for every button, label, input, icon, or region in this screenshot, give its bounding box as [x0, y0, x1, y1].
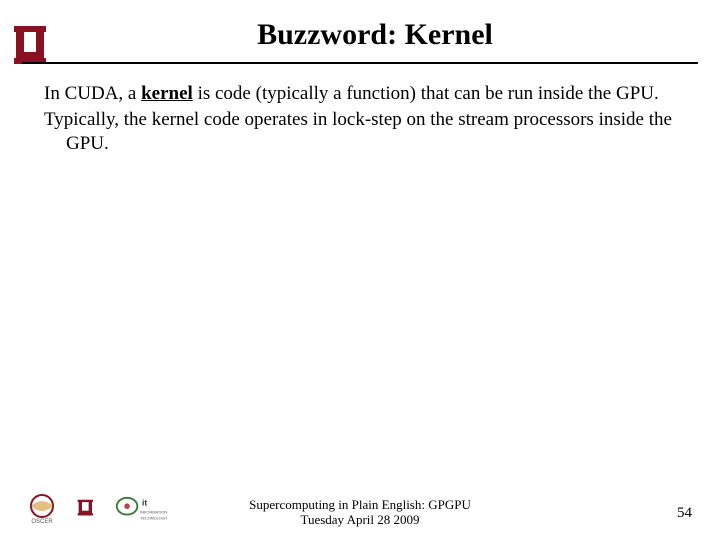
ou-logo-icon: [12, 24, 48, 66]
body-text: In CUDA, a kernel is code (typically a f…: [44, 82, 676, 157]
body-p1-a: In CUDA, a: [44, 83, 141, 104]
keyword-kernel: kernel: [141, 83, 193, 104]
slide-title: Buzzword: Kernel: [257, 18, 493, 51]
body-p2: Typically, the kernel code operates in l…: [44, 108, 676, 156]
footer-line1: Supercomputing in Plain English: GPGPU: [0, 497, 720, 513]
footer-line2: Tuesday April 28 2009: [0, 512, 720, 528]
footer-text: Supercomputing in Plain English: GPGPU T…: [0, 497, 720, 528]
page-number: 54: [677, 505, 692, 522]
body-p1-b: is code (typically a function) that can …: [193, 83, 659, 104]
title-underline: [22, 62, 698, 64]
